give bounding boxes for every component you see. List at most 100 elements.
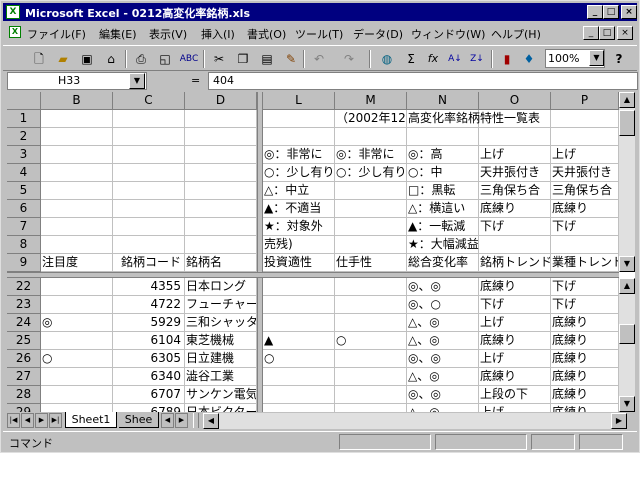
cell-m2[interactable] bbox=[335, 128, 407, 146]
cell-l29[interactable] bbox=[263, 404, 335, 412]
spelling-icon[interactable]: ABC bbox=[179, 50, 199, 68]
cell-m5[interactable] bbox=[335, 182, 407, 200]
menu-tools[interactable]: ツール(T) bbox=[295, 26, 343, 42]
cell-d6[interactable] bbox=[185, 200, 257, 218]
cell-l2[interactable] bbox=[263, 128, 335, 146]
cell-l28[interactable] bbox=[263, 386, 335, 404]
cell-n28[interactable]: ◎、◎ bbox=[407, 386, 479, 404]
cell-b24[interactable]: ◎ bbox=[41, 314, 113, 332]
prev-sheet-icon[interactable]: ◀ bbox=[21, 413, 34, 428]
column-header-n[interactable]: N bbox=[407, 92, 479, 110]
tab-split-box[interactable] bbox=[193, 413, 199, 428]
cell-n22[interactable]: ◎、◎ bbox=[407, 278, 479, 296]
cell-d9[interactable]: 銘柄名 bbox=[185, 254, 257, 272]
cell-p25[interactable]: 底練り bbox=[551, 332, 619, 350]
cell-c9[interactable]: 銘柄コード bbox=[113, 254, 185, 272]
menu-file[interactable]: ファイル(F) bbox=[27, 26, 86, 42]
cell-o25[interactable]: 底練り bbox=[479, 332, 551, 350]
cell-m27[interactable] bbox=[335, 368, 407, 386]
cell-n3[interactable]: ◎：高 bbox=[407, 146, 479, 164]
cell-c27[interactable]: 6340 bbox=[113, 368, 185, 386]
cell-c22[interactable]: 4355 bbox=[113, 278, 185, 296]
doc-close-button[interactable]: × bbox=[617, 26, 633, 40]
row-header[interactable]: 25 bbox=[7, 332, 41, 350]
cell-d26[interactable]: 日立建機 bbox=[185, 350, 257, 368]
cell-p29[interactable]: 底練り bbox=[551, 404, 619, 412]
cell-o4[interactable]: 天井張付き bbox=[479, 164, 551, 182]
row-header[interactable]: 9 bbox=[7, 254, 41, 272]
cell-b25[interactable] bbox=[41, 332, 113, 350]
cell-l27[interactable] bbox=[263, 368, 335, 386]
row-header[interactable]: 28 bbox=[7, 386, 41, 404]
hyperlink-icon[interactable]: ◍ bbox=[377, 50, 397, 68]
formula-input[interactable]: 404 bbox=[208, 72, 638, 90]
tab-scroll-right-icon[interactable]: ▶ bbox=[175, 413, 188, 428]
cell-l9[interactable]: 投資適性 bbox=[263, 254, 335, 272]
name-box[interactable]: H33 bbox=[7, 72, 147, 90]
cell-m3[interactable]: ◎：非常に bbox=[335, 146, 407, 164]
cell-n26[interactable]: ◎、◎ bbox=[407, 350, 479, 368]
chart-wizard-icon[interactable]: ▮ bbox=[497, 50, 517, 68]
cell-d25[interactable]: 東芝機械 bbox=[185, 332, 257, 350]
cell-d27[interactable]: 澁谷工業 bbox=[185, 368, 257, 386]
cell-n7[interactable]: ▲：一転減 bbox=[407, 218, 479, 236]
horizontal-scrollbar[interactable] bbox=[219, 413, 611, 429]
cell-o24[interactable]: 上げ bbox=[479, 314, 551, 332]
tab-sheet2[interactable]: Shee bbox=[119, 412, 159, 428]
cell-c26[interactable]: 6305 bbox=[113, 350, 185, 368]
cell-b5[interactable] bbox=[41, 182, 113, 200]
cell-l8[interactable]: 売残) bbox=[263, 236, 335, 254]
autosum-icon[interactable]: Σ bbox=[401, 50, 421, 68]
cell-c8[interactable] bbox=[113, 236, 185, 254]
cell-m9[interactable]: 仕手性 bbox=[335, 254, 407, 272]
cell-d8[interactable] bbox=[185, 236, 257, 254]
cell-o7[interactable]: 下げ bbox=[479, 218, 551, 236]
undo-icon[interactable]: ↶ bbox=[309, 50, 329, 68]
scroll-thumb[interactable] bbox=[619, 110, 635, 136]
cell-b9[interactable]: 注目度 bbox=[41, 254, 113, 272]
maximize-button[interactable]: □ bbox=[603, 5, 619, 19]
cell-o26[interactable]: 上げ bbox=[479, 350, 551, 368]
cell-n25[interactable]: △、◎ bbox=[407, 332, 479, 350]
sort-descending-icon[interactable]: Z↓ bbox=[467, 50, 487, 68]
cell-l24[interactable] bbox=[263, 314, 335, 332]
column-header-l[interactable]: L bbox=[263, 92, 335, 110]
menu-edit[interactable]: 編集(E) bbox=[99, 26, 137, 42]
cell-p8[interactable] bbox=[551, 236, 619, 254]
cell-o9[interactable]: 銘柄トレンド bbox=[479, 254, 551, 272]
cell-m7[interactable] bbox=[335, 218, 407, 236]
cell-n6[interactable]: △：横這い bbox=[407, 200, 479, 218]
cell-n24[interactable]: △、◎ bbox=[407, 314, 479, 332]
cell-p23[interactable]: 下げ bbox=[551, 296, 619, 314]
cell-b26[interactable]: ○ bbox=[41, 350, 113, 368]
scroll-up-icon[interactable]: ▲ bbox=[619, 278, 635, 294]
menu-window[interactable]: ウィンドウ(W) bbox=[411, 26, 485, 42]
scroll-thumb[interactable] bbox=[619, 324, 635, 344]
cell-d23[interactable]: フューチャー bbox=[185, 296, 257, 314]
excel-icon[interactable]: X bbox=[6, 5, 20, 19]
cell-d4[interactable] bbox=[185, 164, 257, 182]
cell-d5[interactable] bbox=[185, 182, 257, 200]
cell-b1[interactable] bbox=[41, 110, 113, 128]
cell-n23[interactable]: ◎、○ bbox=[407, 296, 479, 314]
print-icon[interactable]: ⎙ bbox=[131, 50, 151, 68]
cell-o1[interactable] bbox=[479, 110, 551, 128]
cell-d1[interactable] bbox=[185, 110, 257, 128]
cell-p6[interactable]: 底練り bbox=[551, 200, 619, 218]
cell-l5[interactable]: △：中立 bbox=[263, 182, 335, 200]
cell-p22[interactable]: 下げ bbox=[551, 278, 619, 296]
cell-b28[interactable] bbox=[41, 386, 113, 404]
cell-b8[interactable] bbox=[41, 236, 113, 254]
cell-c1[interactable] bbox=[113, 110, 185, 128]
row-header[interactable]: 29 bbox=[7, 404, 41, 412]
cell-l22[interactable] bbox=[263, 278, 335, 296]
cell-b2[interactable] bbox=[41, 128, 113, 146]
cell-p27[interactable]: 底練り bbox=[551, 368, 619, 386]
menu-format[interactable]: 書式(O) bbox=[247, 26, 286, 42]
sort-ascending-icon[interactable]: A↓ bbox=[445, 50, 465, 68]
map-icon[interactable]: ♦ bbox=[519, 50, 539, 68]
redo-icon[interactable]: ↷ bbox=[339, 50, 359, 68]
cell-o6[interactable]: 底練り bbox=[479, 200, 551, 218]
doc-minimize-button[interactable]: _ bbox=[583, 26, 599, 40]
last-sheet-icon[interactable]: ▶| bbox=[49, 413, 62, 428]
